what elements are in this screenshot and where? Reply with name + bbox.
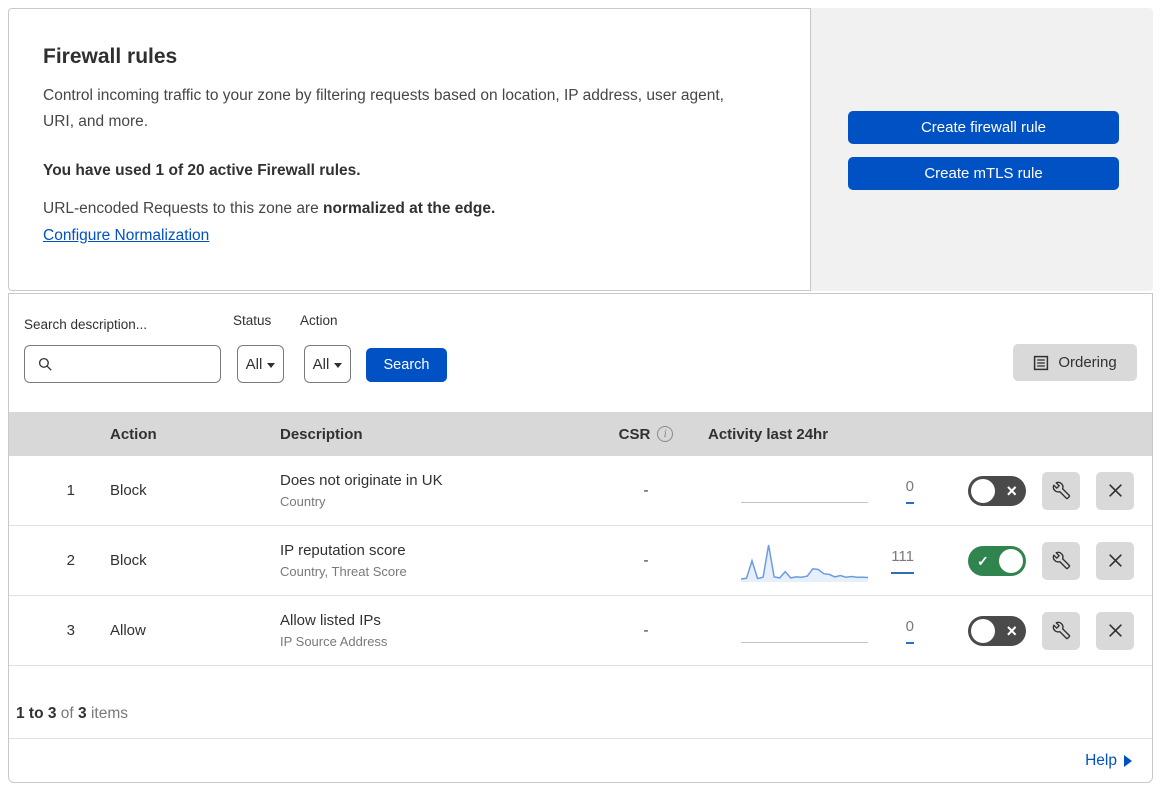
rule-priority: 2 [66,552,75,569]
pagination-summary: 1 to 3 of 3 items [16,705,128,722]
rule-activity-cell: 0 [700,610,930,652]
help-bar: Help [9,738,1152,782]
usage-summary: You have used 1 of 20 active Firewall ru… [43,162,361,179]
rule-priority: 3 [66,622,75,639]
chevron-down-icon [334,362,343,368]
search-box[interactable] [24,345,260,383]
wrench-icon [1052,481,1071,500]
close-icon [1107,622,1124,639]
action-dropdown[interactable]: All [304,345,351,383]
activity-count-link[interactable]: 0 [868,618,914,644]
status-dropdown[interactable]: All [237,345,284,383]
firewall-rules-intro-card: Firewall rules Control incoming traffic … [8,8,811,291]
rule-priority: 1 [66,482,75,499]
rule-fields: IP Source Address [280,634,388,649]
activity-sparkline [741,470,868,512]
rule-controls: ✓ × [930,471,1152,510]
delete-rule-button[interactable] [1096,541,1134,580]
arrow-right-icon [1124,754,1132,767]
table-row: 2 Block IP reputation score Country, Thr… [9,526,1152,596]
toggle-knob [999,548,1023,573]
action-label: Action [300,313,338,328]
rule-description: IP reputation score [280,542,406,559]
page-description: Control incoming traffic to your zone by… [43,87,724,130]
toggle-knob [971,618,995,643]
ordering-list-icon [1033,355,1049,371]
delete-rule-button[interactable] [1096,471,1134,510]
x-icon: × [1006,620,1017,641]
rule-description: Allow listed IPs [280,612,381,629]
column-activity: Activity last 24hr [708,425,829,443]
rule-activity-cell: 111 [700,540,930,582]
create-rule-panel: Create firewall rule Create mTLS rule [811,8,1153,291]
help-link[interactable]: Help [1085,752,1132,770]
table-header: Action Description CSR i Activity last 2… [9,412,1152,456]
rule-action: Allow [110,622,146,639]
rule-description-cell: Allow listed IPs IP Source Address [272,612,592,649]
chevron-down-icon [267,362,276,368]
rule-csr-value: - [643,622,649,639]
create-mtls-rule-button[interactable]: Create mTLS rule [848,157,1119,190]
activity-count-link[interactable]: 0 [868,478,914,504]
ordering-button[interactable]: Ordering [1013,344,1137,381]
toggle-knob [971,478,995,503]
create-firewall-rule-button[interactable]: Create firewall rule [848,111,1119,144]
activity-count-link[interactable]: 111 [868,548,914,574]
rule-description: Does not originate in UK [280,472,443,489]
rule-action: Block [110,482,147,499]
edit-rule-button[interactable] [1042,471,1080,510]
edit-rule-button[interactable] [1042,541,1080,580]
rule-controls: ✓ × [930,611,1152,650]
activity-sparkline [741,540,868,582]
column-description: Description [280,425,363,443]
search-button[interactable]: Search [366,348,447,382]
wrench-icon [1052,551,1071,570]
rule-description-cell: IP reputation score Country, Threat Scor… [272,542,592,579]
rule-activity-cell: 0 [700,470,930,512]
normalization-note: URL-encoded Requests to this zone are no… [43,200,496,217]
x-icon: × [1006,480,1017,501]
rule-enabled-toggle[interactable]: ✓ × [968,545,1026,576]
column-csr: CSR i [592,426,700,443]
search-label: Search description... [24,317,148,332]
table-row: 1 Block Does not originate in UK Country… [9,456,1152,526]
close-icon [1107,552,1124,569]
rule-action: Block [110,552,147,569]
filter-bar: Search description... Status All Action … [9,294,1152,412]
status-label: Status [233,313,272,328]
rule-csr-value: - [643,482,649,499]
info-icon[interactable]: i [657,426,674,442]
ordering-button-label: Ordering [1058,354,1117,371]
delete-rule-button[interactable] [1096,611,1134,650]
wrench-icon [1052,621,1071,640]
rule-enabled-toggle[interactable]: ✓ × [968,475,1026,506]
edit-rule-button[interactable] [1042,611,1080,650]
column-action: Action [110,425,157,443]
search-icon [38,357,53,372]
page-title: Firewall rules [43,45,178,68]
rule-fields: Country, Threat Score [280,564,407,579]
activity-sparkline [741,610,868,652]
close-icon [1107,482,1124,499]
rules-list-panel: Search description... Status All Action … [8,293,1153,783]
check-icon: ✓ [977,552,989,569]
rule-controls: ✓ × [930,541,1152,580]
rule-csr-value: - [643,552,649,569]
rule-enabled-toggle[interactable]: ✓ × [968,615,1026,646]
action-dropdown-value: All [312,355,330,373]
table-row: 3 Allow Allow listed IPs IP Source Addre… [9,596,1152,666]
search-input[interactable] [61,346,260,382]
rules-table-body: 1 Block Does not originate in UK Country… [9,456,1152,666]
rule-fields: Country [280,494,326,509]
status-dropdown-value: All [245,355,263,373]
rule-description-cell: Does not originate in UK Country [272,472,592,509]
configure-normalization-link[interactable]: Configure Normalization [43,227,209,245]
